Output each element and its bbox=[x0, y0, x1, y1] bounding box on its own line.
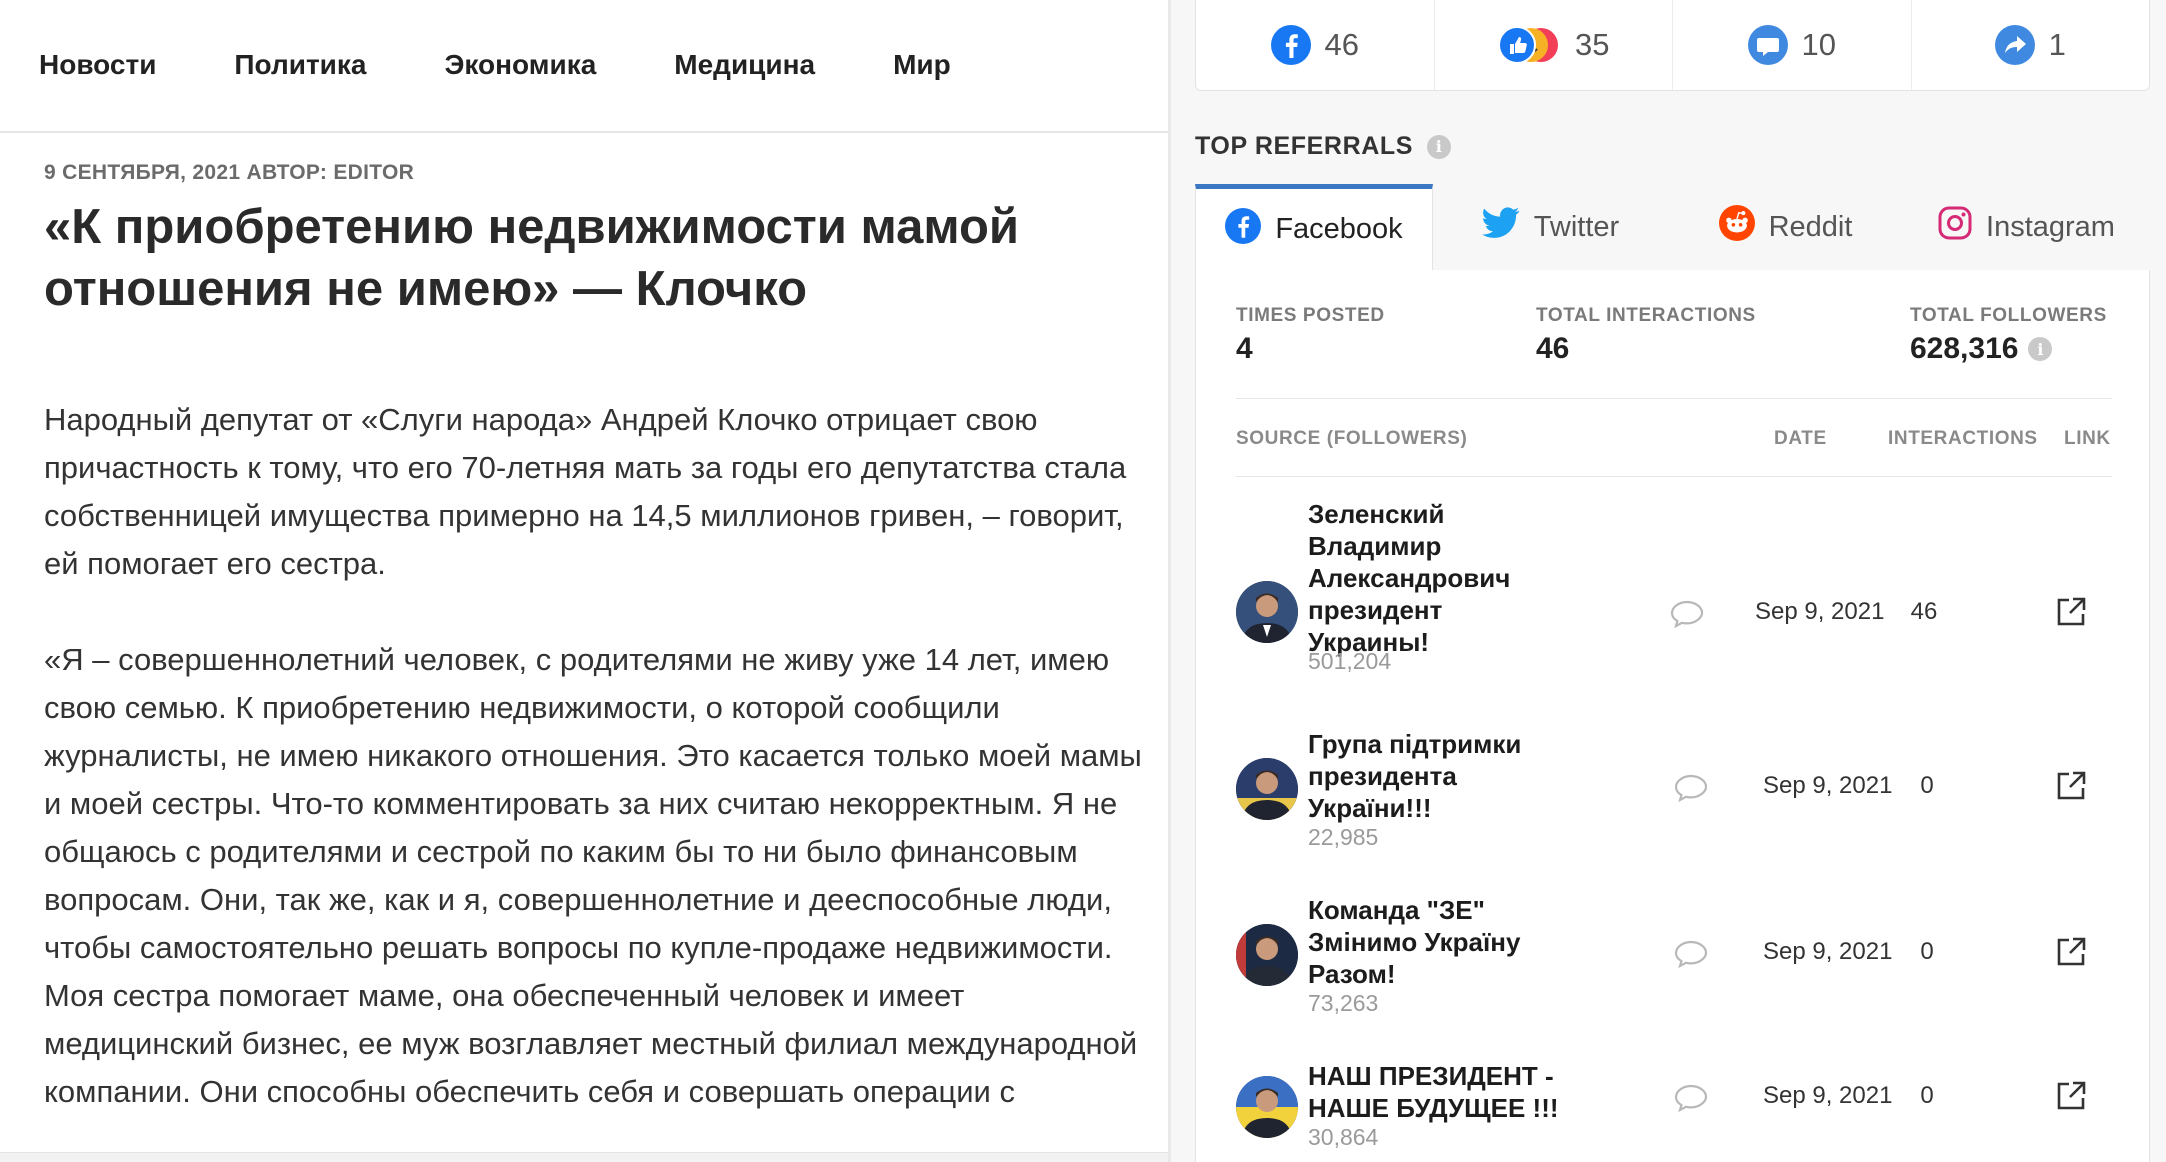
instagram-icon bbox=[1938, 206, 1972, 248]
nav-item-economy[interactable]: Экономика bbox=[444, 49, 596, 81]
referral-tabs: Facebook Twitter Reddit Instagram bbox=[1195, 184, 2150, 270]
top-referrals-title: TOP REFERRALS i bbox=[1195, 132, 1452, 161]
stat-comments-value: 10 bbox=[1801, 27, 1836, 62]
article-paragraph: «Я – совершеннолетний человек, с родител… bbox=[44, 642, 1142, 1109]
stat-shares[interactable]: 1 bbox=[1912, 0, 2150, 90]
row-date: Sep 9, 2021 bbox=[1763, 772, 1893, 799]
row-interactions: 0 bbox=[1920, 772, 1934, 799]
divider bbox=[1236, 476, 2112, 477]
source-followers: 501,204 bbox=[1308, 648, 1392, 674]
nav-item-world[interactable]: Мир bbox=[893, 49, 951, 81]
row-interactions: 0 bbox=[1920, 938, 1934, 965]
comment-icon[interactable] bbox=[1674, 774, 1708, 803]
stat-facebook-value: 46 bbox=[1324, 27, 1359, 62]
total-followers: 628,316 i bbox=[1910, 332, 2053, 366]
avatar bbox=[1236, 924, 1298, 986]
referrals-panel: TIMES POSTED 4 TOTAL INTERACTIONS 46 TOT… bbox=[1195, 270, 2150, 1162]
tab-label: Facebook bbox=[1275, 213, 1403, 245]
table-row: Команда "ЗЕ" Змінимо Україну Разом! 73,2… bbox=[1196, 894, 2151, 1044]
total-followers-label: TOTAL FOLLOWERS bbox=[1910, 305, 2107, 326]
row-date: Sep 9, 2021 bbox=[1755, 598, 1885, 625]
facebook-icon bbox=[1225, 207, 1262, 252]
column-header-date[interactable]: DATE bbox=[1774, 428, 1827, 450]
times-posted-label: TIMES POSTED bbox=[1236, 305, 1385, 326]
total-followers-value: 628,316 bbox=[1910, 332, 2019, 365]
nav-item-politics[interactable]: Политика bbox=[234, 49, 366, 81]
comment-icon[interactable] bbox=[1674, 940, 1708, 969]
comment-icon bbox=[1747, 25, 1788, 65]
total-interactions-value: 46 bbox=[1536, 332, 1570, 365]
tab-instagram[interactable]: Instagram bbox=[1903, 184, 2150, 270]
avatar bbox=[1236, 758, 1298, 820]
times-posted-value: 4 bbox=[1236, 332, 1253, 365]
source-name[interactable]: НАШ ПРЕЗИДЕНТ - НАШЕ БУДУЩЕЕ !!! bbox=[1308, 1060, 1588, 1124]
total-interactions-label: TOTAL INTERACTIONS bbox=[1536, 305, 1756, 326]
source-followers: 22,985 bbox=[1308, 824, 1379, 850]
column-header-interactions[interactable]: INTERACTIONS bbox=[1888, 428, 2038, 450]
comment-icon[interactable] bbox=[1674, 1084, 1708, 1113]
facebook-icon bbox=[1270, 25, 1311, 65]
column-header-link: LINK bbox=[2064, 428, 2111, 449]
stat-comments[interactable]: 10 bbox=[1673, 0, 1912, 90]
source-name[interactable]: Група підтримки президента України!!! bbox=[1308, 728, 1548, 824]
row-date: Sep 9, 2021 bbox=[1763, 938, 1893, 965]
comment-icon[interactable] bbox=[1670, 600, 1704, 629]
tab-reddit[interactable]: Reddit bbox=[1668, 184, 1903, 270]
info-icon[interactable]: i bbox=[2028, 337, 2053, 361]
table-row: Група підтримки президента України!!! 22… bbox=[1196, 728, 2151, 878]
share-icon bbox=[1994, 25, 2035, 65]
stat-facebook[interactable]: 46 bbox=[1196, 0, 1435, 90]
stat-reactions-value: 35 bbox=[1575, 27, 1610, 62]
article-headline: «К приобретению недвижимости мамой отнош… bbox=[44, 200, 1020, 316]
social-panel: 46 35 10 1 TOP REFERRALS i Facebook Twit… bbox=[1171, 0, 2166, 1162]
table-row: НАШ ПРЕЗИДЕНТ - НАШЕ БУДУЩЕЕ !!! 30,864 … bbox=[1196, 1060, 2151, 1162]
source-name[interactable]: Команда "ЗЕ" Змінимо Україну Разом! bbox=[1308, 894, 1548, 990]
column-header-source[interactable]: SOURCE (FOLLOWERS) bbox=[1236, 428, 1467, 450]
reddit-icon bbox=[1718, 205, 1755, 249]
tab-twitter[interactable]: Twitter bbox=[1433, 184, 1668, 270]
avatar bbox=[1236, 1076, 1298, 1138]
top-referrals-label: TOP REFERRALS bbox=[1195, 132, 1414, 160]
table-row: Зеленский Владимир Александрович президе… bbox=[1196, 498, 2151, 712]
article-pane: Новости Политика Экономика Медицина Мир … bbox=[0, 0, 1168, 1162]
article-meta: 9 СЕНТЯБРЯ, 2021 АВТОР: EDITOR bbox=[44, 161, 415, 184]
info-icon[interactable]: i bbox=[1427, 134, 1452, 159]
stat-reactions[interactable]: 35 bbox=[1435, 0, 1673, 90]
tab-label: Reddit bbox=[1768, 210, 1853, 243]
row-date: Sep 9, 2021 bbox=[1763, 1082, 1893, 1109]
tab-label: Instagram bbox=[1986, 210, 2115, 243]
external-link-icon[interactable] bbox=[2054, 769, 2088, 803]
horizontal-scrollbar[interactable] bbox=[0, 1152, 1168, 1162]
source-followers: 73,263 bbox=[1308, 990, 1379, 1016]
avatar bbox=[1236, 581, 1298, 643]
tab-label: Twitter bbox=[1533, 210, 1620, 243]
nav-item-news[interactable]: Новости bbox=[39, 49, 156, 81]
tab-facebook[interactable]: Facebook bbox=[1195, 184, 1433, 270]
row-interactions: 46 bbox=[1910, 598, 1938, 625]
top-navigation: Новости Политика Экономика Медицина Мир bbox=[0, 0, 1168, 133]
article-paragraph: Народный депутат от «Слуги народа» Андре… bbox=[44, 402, 1127, 581]
engagement-stats: 46 35 10 1 bbox=[1195, 0, 2150, 91]
divider bbox=[1236, 398, 2112, 399]
reactions-icon bbox=[1497, 25, 1561, 65]
source-name[interactable]: Зеленский Владимир Александрович президе… bbox=[1308, 498, 1548, 658]
row-interactions: 0 bbox=[1920, 1082, 1934, 1109]
external-link-icon[interactable] bbox=[2054, 1079, 2088, 1113]
external-link-icon[interactable] bbox=[2054, 595, 2088, 629]
source-followers: 30,864 bbox=[1308, 1124, 1379, 1150]
nav-item-medicine[interactable]: Медицина bbox=[674, 49, 815, 81]
stat-shares-value: 1 bbox=[2048, 27, 2066, 62]
external-link-icon[interactable] bbox=[2054, 935, 2088, 969]
twitter-icon bbox=[1481, 207, 1520, 247]
